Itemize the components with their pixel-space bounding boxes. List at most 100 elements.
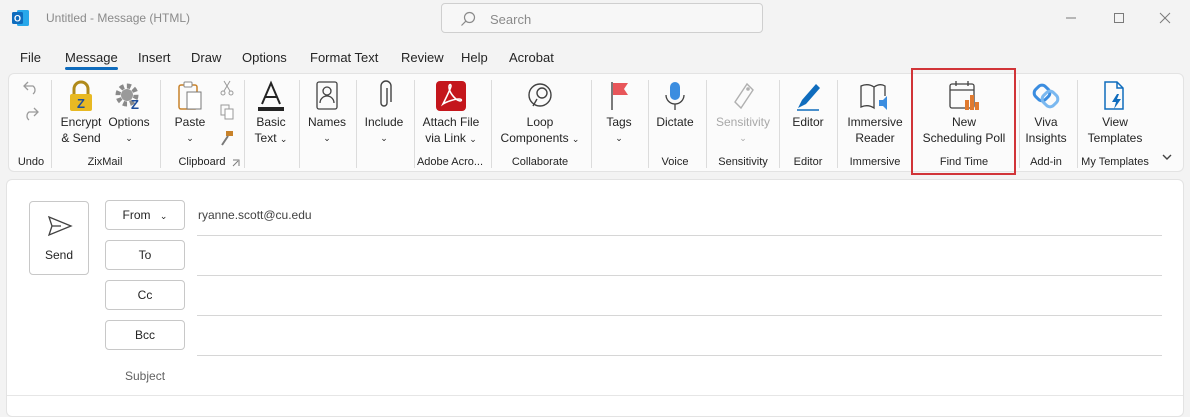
svg-text:Z: Z (77, 96, 85, 111)
encrypt-send-button[interactable]: Z Encrypt & Send (57, 80, 105, 146)
ribbon-divider (1019, 80, 1020, 168)
names-button[interactable]: Names ⌄ (305, 80, 349, 146)
search-box[interactable]: Search (441, 3, 763, 33)
group-label-zixmail: ZixMail (87, 156, 123, 168)
tab-format-text[interactable]: Format Text (310, 50, 378, 65)
loop-components-button[interactable]: Loop Components ⌄ (497, 80, 583, 147)
tab-review[interactable]: Review (401, 50, 444, 65)
ribbon-expand-chevron-icon[interactable] (1161, 152, 1173, 162)
view-templates-button[interactable]: View Templates (1081, 80, 1149, 146)
group-label-collaborate: Collaborate (511, 156, 569, 168)
cc-field-input[interactable] (197, 315, 1162, 316)
outlook-app-icon: O (12, 10, 29, 26)
undo-icon (23, 81, 36, 95)
cut-button[interactable] (219, 80, 235, 100)
close-button[interactable] (1150, 6, 1180, 30)
ribbon-divider (51, 80, 52, 168)
ribbon-divider (244, 80, 245, 168)
copy-button[interactable] (219, 104, 235, 124)
ribbon-divider (414, 80, 415, 168)
ribbon-divider (591, 80, 592, 168)
bcc-button[interactable]: Bcc (105, 320, 185, 350)
minimize-button[interactable] (1056, 6, 1086, 30)
ribbon-divider (706, 80, 707, 168)
group-label-clipboard: Clipboard (178, 156, 226, 168)
group-label-sensitivity: Sensitivity (718, 156, 768, 168)
tab-file[interactable]: File (20, 50, 41, 65)
maximize-button[interactable] (1104, 6, 1134, 30)
send-button[interactable]: Send (29, 201, 89, 275)
dialog-launcher-icon[interactable] (232, 159, 240, 167)
send-label: Send (44, 248, 74, 262)
address-book-icon (316, 81, 338, 110)
include-button[interactable]: Include ⌄ (361, 80, 407, 146)
group-label-adobe-acrobat: Adobe Acro... (416, 156, 484, 168)
subject-label: Subject (125, 369, 166, 383)
group-label-add-in: Add-in (1030, 156, 1062, 168)
to-field-input[interactable] (197, 275, 1162, 276)
format-painter-button[interactable] (219, 130, 235, 150)
gear-icon: Z (115, 83, 139, 112)
undo-button[interactable] (21, 78, 41, 100)
format-painter-icon (221, 131, 233, 146)
attach-file-label-2: via Link (425, 131, 466, 145)
group-label-undo: Undo (17, 156, 45, 168)
chevron-down-icon: ⌄ (125, 133, 133, 143)
compose-pane: Send From ⌄ ryanne.scott@cu.edu To Cc Bc… (6, 179, 1184, 417)
tab-draw[interactable]: Draw (191, 50, 221, 65)
editor-button[interactable]: Editor (785, 80, 831, 130)
immersive-reader-label-2: Reader (855, 131, 895, 145)
search-placeholder: Search (490, 12, 532, 27)
from-field-underline (197, 235, 1162, 236)
tags-button[interactable]: Tags ⌄ (597, 80, 641, 146)
ribbon-divider (648, 80, 649, 168)
maximize-icon (1114, 13, 1124, 23)
loop-icon (528, 83, 552, 107)
from-address: ryanne.scott@cu.edu (198, 208, 312, 222)
dictate-button[interactable]: Dictate (653, 80, 697, 130)
basic-text-button[interactable]: Basic Text ⌄ (249, 80, 293, 147)
from-button[interactable]: From ⌄ (105, 200, 185, 230)
paste-button[interactable]: Paste ⌄ (169, 80, 211, 146)
close-icon (1159, 12, 1171, 24)
flag-icon (611, 82, 628, 110)
ribbon-divider (837, 80, 838, 168)
to-button[interactable]: To (105, 240, 185, 270)
redo-button[interactable] (21, 104, 41, 126)
minimize-icon (1066, 17, 1076, 19)
adobe-acrobat-icon (436, 81, 466, 111)
templates-icon (1104, 81, 1124, 110)
tags-label: Tags (606, 115, 632, 129)
zixmail-options-button[interactable]: Z Options ⌄ (105, 80, 153, 146)
group-label-immersive: Immersive (849, 156, 901, 168)
send-icon (47, 215, 73, 237)
tab-insert[interactable]: Insert (138, 50, 171, 65)
group-label-my-templates: My Templates (1081, 156, 1149, 168)
to-label: To (138, 248, 152, 262)
font-a-icon (258, 80, 284, 111)
tab-help[interactable]: Help (461, 50, 488, 65)
basic-text-label-2: Text (254, 131, 277, 145)
ribbon-divider (356, 80, 357, 168)
scissors-icon (220, 80, 234, 96)
attach-file-via-link-button[interactable]: Attach File via Link ⌄ (419, 80, 483, 147)
dictate-label: Dictate (656, 115, 694, 129)
viva-insights-icon (1032, 83, 1060, 109)
paperclip-icon (380, 80, 392, 107)
loop-label-2: Components (500, 131, 569, 145)
bcc-field-input[interactable] (197, 355, 1162, 356)
tab-message[interactable]: Message (65, 50, 118, 70)
microphone-icon (665, 82, 685, 110)
tab-acrobat[interactable]: Acrobat (509, 50, 554, 65)
immersive-reader-button[interactable]: Immersive Reader (843, 80, 907, 146)
group-label-voice: Voice (661, 156, 689, 168)
sensitivity-button[interactable]: Sensitivity ⌄ (711, 80, 775, 146)
tab-options[interactable]: Options (242, 50, 287, 65)
group-label-editor: Editor (793, 156, 823, 168)
sensitivity-tag-icon (734, 82, 754, 110)
ribbon-divider (1077, 80, 1078, 168)
viva-insights-label-1: Viva (1034, 115, 1058, 129)
viva-insights-button[interactable]: Viva Insights (1021, 80, 1071, 146)
cc-button[interactable]: Cc (105, 280, 185, 310)
immersive-reader-icon (860, 84, 887, 110)
